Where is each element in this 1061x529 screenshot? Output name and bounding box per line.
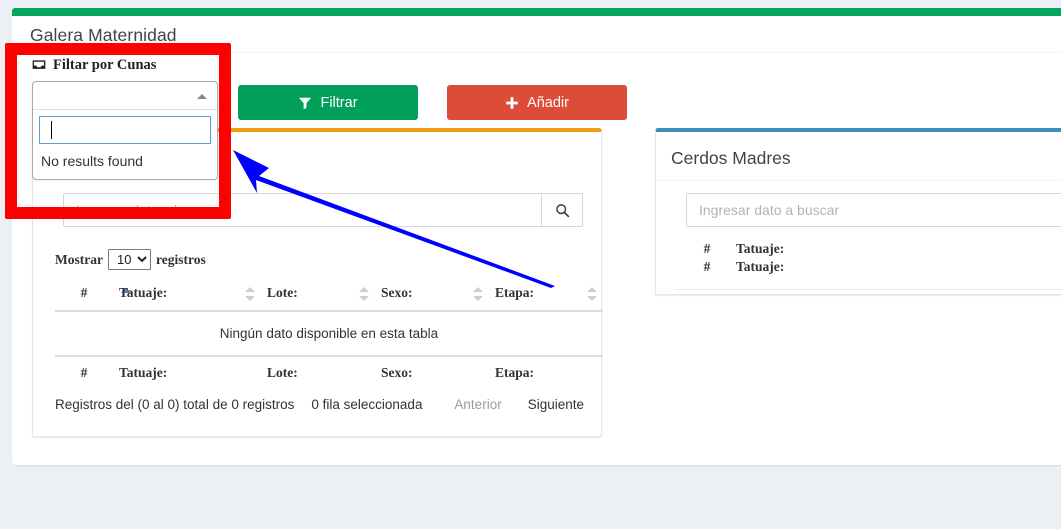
cunas-filter-label: Filtar por Cunas	[32, 57, 218, 74]
footer-label-sexo: Sexo:	[375, 355, 489, 390]
add-button-label: Añadir	[527, 94, 569, 111]
cerdos-madres-search-input[interactable]	[686, 193, 1061, 227]
column-label-etapa: Etapa:	[495, 285, 535, 300]
table-body: Ningún dato disponible en esta tabla	[55, 311, 603, 357]
column-header-lote[interactable]: Lote:	[261, 277, 375, 312]
table-header-row: # Tatuaje: Lote: Sexo: Etapa:	[55, 277, 603, 312]
filter-button[interactable]: Filtrar	[238, 85, 418, 120]
row-tatuaje: Tatuaje:	[736, 259, 785, 274]
pagination-previous-button[interactable]: Anterior	[445, 395, 510, 414]
sort-both-icon	[245, 286, 255, 301]
column-header-etapa[interactable]: Etapa:	[489, 277, 603, 312]
footer-label-lote: Lote:	[261, 355, 375, 390]
table-selected-count: 0 fila seleccionada	[311, 397, 423, 412]
cerdos-madres-divider	[656, 180, 1061, 181]
table-head-bottom: # Tatuaje: Lote: Sexo: Etapa:	[55, 355, 603, 390]
list-item[interactable]: # Tatuaje: Lote	[678, 240, 1061, 258]
column-label-tatuaje: Tatuaje:	[119, 285, 168, 300]
table-info-text: Registros del (0 al 0) total de 0 regist…	[55, 397, 295, 412]
pagination-next-button[interactable]: Siguiente	[519, 395, 593, 414]
inbox-icon	[32, 59, 46, 69]
footer-label-etapa: Etapa:	[489, 355, 603, 390]
table-length-control: Mostrar 10 registros	[55, 249, 206, 270]
magnifier-icon	[555, 203, 569, 217]
cunas-select-dropdown[interactable]: No results found	[32, 81, 218, 180]
column-label-num: #	[80, 285, 88, 300]
list-item[interactable]: # Tatuaje: Lote	[678, 258, 1061, 276]
filter-button-label: Filtrar	[320, 94, 358, 111]
table-pagination: Anterior Siguiente	[445, 395, 603, 414]
row-num: #	[703, 259, 711, 274]
table-footer-bar: Registros del (0 al 0) total de 0 regist…	[55, 395, 603, 414]
length-select[interactable]: 10	[107, 249, 151, 270]
text-cursor-icon	[51, 121, 52, 139]
sort-both-icon	[359, 286, 369, 301]
cunas-select-no-results: No results found	[41, 153, 143, 169]
row-tatuaje: Tatuaje:	[736, 241, 785, 256]
cunas-select-search-wrap	[33, 110, 217, 147]
length-prefix-label: Mostrar	[55, 251, 103, 267]
footer-label-num: #	[55, 355, 113, 390]
column-header-num[interactable]: #	[55, 277, 131, 312]
sort-both-icon	[587, 286, 597, 301]
column-header-sexo[interactable]: Sexo:	[375, 277, 489, 312]
table-empty-row: Ningún dato disponible en esta tabla	[55, 311, 603, 357]
cunas-table: # Tatuaje: Lote: Sexo: Etapa: Ningún dat…	[55, 277, 603, 390]
cunas-search-input[interactable]	[63, 193, 541, 227]
header-divider	[12, 52, 1061, 53]
plus-icon	[506, 96, 518, 109]
cerdos-madres-title: Cerdos Madres	[671, 148, 791, 168]
column-header-tatuaje[interactable]: Tatuaje:	[113, 277, 261, 312]
table-footer-row: # Tatuaje: Lote: Sexo: Etapa:	[55, 355, 603, 390]
card-top-accent-bar	[12, 8, 1061, 16]
app-screenshot: Galera Maternidad Mostrar 10 registros	[0, 0, 1061, 529]
cerdos-madres-row-list: # Tatuaje: Lote # Tatuaje: Lote	[678, 240, 1061, 276]
footer-label-tatuaje: Tatuaje:	[113, 355, 261, 390]
cunas-select-search-input[interactable]	[39, 116, 211, 144]
chevron-up-icon	[197, 94, 207, 99]
page-title: Galera Maternidad	[30, 25, 177, 45]
sort-both-icon	[473, 286, 483, 301]
column-label-lote: Lote:	[267, 285, 298, 300]
cerdos-madres-panel: Cerdos Madres # Tatuaje: Lote # Tatuaje:…	[655, 128, 1061, 295]
add-button[interactable]: Añadir	[447, 85, 627, 120]
funnel-icon	[299, 97, 312, 109]
cunas-search-button[interactable]	[541, 193, 583, 227]
cunas-search-group	[63, 193, 583, 227]
table-empty-message: Ningún dato disponible en esta tabla	[55, 311, 603, 357]
length-suffix-label: registros	[155, 251, 206, 267]
cunas-filter-label-text: Filtar por Cunas	[53, 57, 157, 73]
column-label-sexo: Sexo:	[381, 285, 413, 300]
cerdos-madres-list-divider	[678, 289, 1061, 290]
row-num: #	[703, 241, 711, 256]
cunas-select-trigger[interactable]	[33, 82, 217, 110]
table-head-top: # Tatuaje: Lote: Sexo: Etapa:	[55, 277, 603, 312]
cunas-filter-widget: Filtar por Cunas No results found	[32, 57, 218, 180]
